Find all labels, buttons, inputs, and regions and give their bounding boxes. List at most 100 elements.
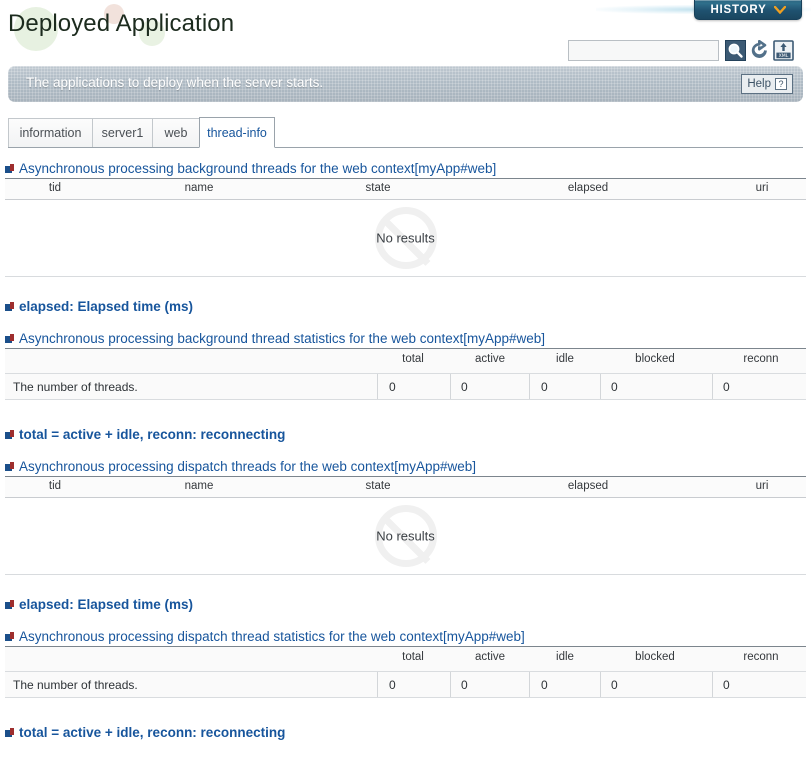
table-row: The number of threads. 0 0 0 0 0 bbox=[5, 671, 806, 698]
tab-label: information bbox=[19, 126, 82, 140]
column-header-state: state bbox=[365, 182, 391, 194]
section-heading-bg-legend[interactable]: total = active + idle, reconn: reconnect… bbox=[5, 424, 285, 444]
empty-state: No results bbox=[5, 498, 806, 575]
table-header-row: tid name state elapsed uri bbox=[5, 477, 806, 499]
description-banner: The applications to deploy when the serv… bbox=[8, 66, 803, 102]
column-header-name: name bbox=[184, 480, 214, 492]
bullet-square-icon bbox=[5, 429, 14, 439]
column-header-elapsed: elapsed bbox=[567, 182, 609, 194]
column-header-total: total bbox=[402, 353, 424, 365]
table-dp-threads: tid name state elapsed uri No results bbox=[5, 477, 806, 575]
search-input[interactable] bbox=[568, 40, 719, 61]
cell-divider bbox=[600, 672, 601, 697]
column-header-idle: idle bbox=[556, 353, 574, 365]
section-heading-dp-note[interactable]: elapsed: Elapsed time (ms) bbox=[5, 594, 193, 614]
search-button[interactable] bbox=[725, 40, 746, 61]
section-heading-label: elapsed: Elapsed time (ms) bbox=[19, 596, 194, 612]
column-header-blocked: blocked bbox=[635, 651, 675, 663]
section-heading-bg-stats[interactable]: Asynchronous processing background threa… bbox=[5, 328, 545, 348]
table-dp-stats: total active idle blocked reconn The number o… bbox=[5, 647, 806, 698]
column-header-tid: tid bbox=[48, 182, 62, 194]
history-button[interactable]: HISTORY bbox=[694, 0, 802, 20]
cell-divider bbox=[450, 672, 451, 697]
empty-state: No results bbox=[5, 200, 806, 277]
search-toolbar: XML bbox=[568, 40, 804, 61]
tab-server1[interactable]: server1 bbox=[92, 118, 153, 148]
table-row: The number of threads. 0 0 0 0 0 bbox=[5, 373, 806, 400]
tab-thread-info[interactable]: thread-info bbox=[199, 117, 275, 148]
page-title-area: Deployed Application bbox=[8, 4, 438, 51]
column-header-idle: idle bbox=[556, 651, 574, 663]
section-heading-label: Asynchronous processing dispatch threads… bbox=[19, 458, 477, 474]
cell-idle: 0 bbox=[541, 678, 548, 692]
reload-button[interactable] bbox=[749, 40, 770, 61]
reload-icon bbox=[751, 40, 767, 58]
tab-label: server1 bbox=[101, 126, 144, 140]
column-header-reconn: reconn bbox=[743, 353, 779, 365]
xml-export-icon: XML bbox=[773, 40, 794, 61]
section-heading-dp-threads[interactable]: Asynchronous processing dispatch threads… bbox=[5, 456, 476, 476]
cell-active: 0 bbox=[461, 380, 468, 394]
cell-divider bbox=[450, 374, 451, 399]
help-button-label: Help bbox=[747, 78, 771, 90]
column-header-blocked: blocked bbox=[635, 353, 675, 365]
cell-reconn: 0 bbox=[723, 380, 730, 394]
column-header-uri: uri bbox=[755, 182, 769, 194]
tab-label: thread-info bbox=[207, 125, 267, 140]
tab-bar: information server1 web thread-info bbox=[8, 117, 803, 148]
cell-divider bbox=[712, 374, 713, 399]
column-header-active: active bbox=[474, 651, 506, 663]
column-header-elapsed: elapsed bbox=[567, 480, 609, 492]
table-bg-stats: total active idle blocked reconn The number o… bbox=[5, 349, 806, 400]
column-header-name: name bbox=[184, 182, 214, 194]
tab-information[interactable]: information bbox=[8, 118, 93, 148]
tab-label: web bbox=[164, 126, 188, 140]
table-header-row: total active idle blocked reconn bbox=[5, 349, 806, 373]
bullet-square-icon bbox=[5, 461, 14, 471]
section-heading-label: Asynchronous processing background threa… bbox=[19, 160, 497, 176]
deployed-application-page: HISTORY Deployed Application XML The app… bbox=[0, 0, 811, 767]
cell-idle: 0 bbox=[541, 380, 548, 394]
cell-divider bbox=[529, 672, 530, 697]
cell-divider bbox=[712, 672, 713, 697]
section-heading-bg-note[interactable]: elapsed: Elapsed time (ms) bbox=[5, 296, 193, 316]
description-text: The applications to deploy when the serv… bbox=[26, 75, 324, 90]
section-heading-label: Asynchronous processing dispatch thread … bbox=[19, 628, 525, 644]
cell-total: 0 bbox=[389, 380, 396, 394]
history-button-label: HISTORY bbox=[710, 3, 767, 16]
section-heading-dp-legend[interactable]: total = active + idle, reconn: reconnect… bbox=[5, 722, 285, 742]
bullet-square-icon bbox=[5, 333, 14, 343]
xml-export-button[interactable]: XML bbox=[773, 40, 794, 61]
cell-divider bbox=[377, 374, 378, 399]
bullet-square-icon bbox=[5, 599, 14, 609]
cell-total: 0 bbox=[389, 678, 396, 692]
table-header-row: tid name state elapsed uri bbox=[5, 179, 806, 201]
cell-divider bbox=[600, 374, 601, 399]
page-title: Deployed Application bbox=[8, 10, 235, 37]
table-header-row: total active idle blocked reconn bbox=[5, 647, 806, 671]
help-button[interactable]: Help ? bbox=[741, 74, 793, 94]
cell-blocked: 0 bbox=[611, 380, 618, 394]
cell-blocked: 0 bbox=[611, 678, 618, 692]
column-header-state: state bbox=[365, 480, 391, 492]
question-mark-icon: ? bbox=[775, 78, 787, 90]
section-heading-bg-threads[interactable]: Asynchronous processing background threa… bbox=[5, 158, 496, 178]
column-header-tid: tid bbox=[48, 480, 62, 492]
tab-web[interactable]: web bbox=[152, 118, 200, 148]
bullet-square-icon bbox=[5, 727, 14, 737]
section-heading-dp-stats[interactable]: Asynchronous processing dispatch thread … bbox=[5, 626, 525, 646]
section-heading-label: Asynchronous processing background threa… bbox=[19, 330, 546, 346]
row-label: The number of threads. bbox=[13, 380, 138, 394]
bullet-square-icon bbox=[5, 631, 14, 641]
cell-divider bbox=[529, 374, 530, 399]
section-heading-label: elapsed: Elapsed time (ms) bbox=[19, 298, 194, 314]
section-heading-label: total = active + idle, reconn: reconnect… bbox=[19, 724, 286, 740]
bullet-square-icon bbox=[5, 163, 14, 173]
cell-divider bbox=[377, 672, 378, 697]
section-heading-label: total = active + idle, reconn: reconnect… bbox=[19, 426, 286, 442]
empty-state-text: No results bbox=[376, 528, 435, 544]
magnifier-icon bbox=[725, 40, 746, 61]
cell-reconn: 0 bbox=[723, 678, 730, 692]
chevron-down-icon bbox=[773, 5, 786, 14]
empty-state-text: No results bbox=[376, 230, 435, 246]
